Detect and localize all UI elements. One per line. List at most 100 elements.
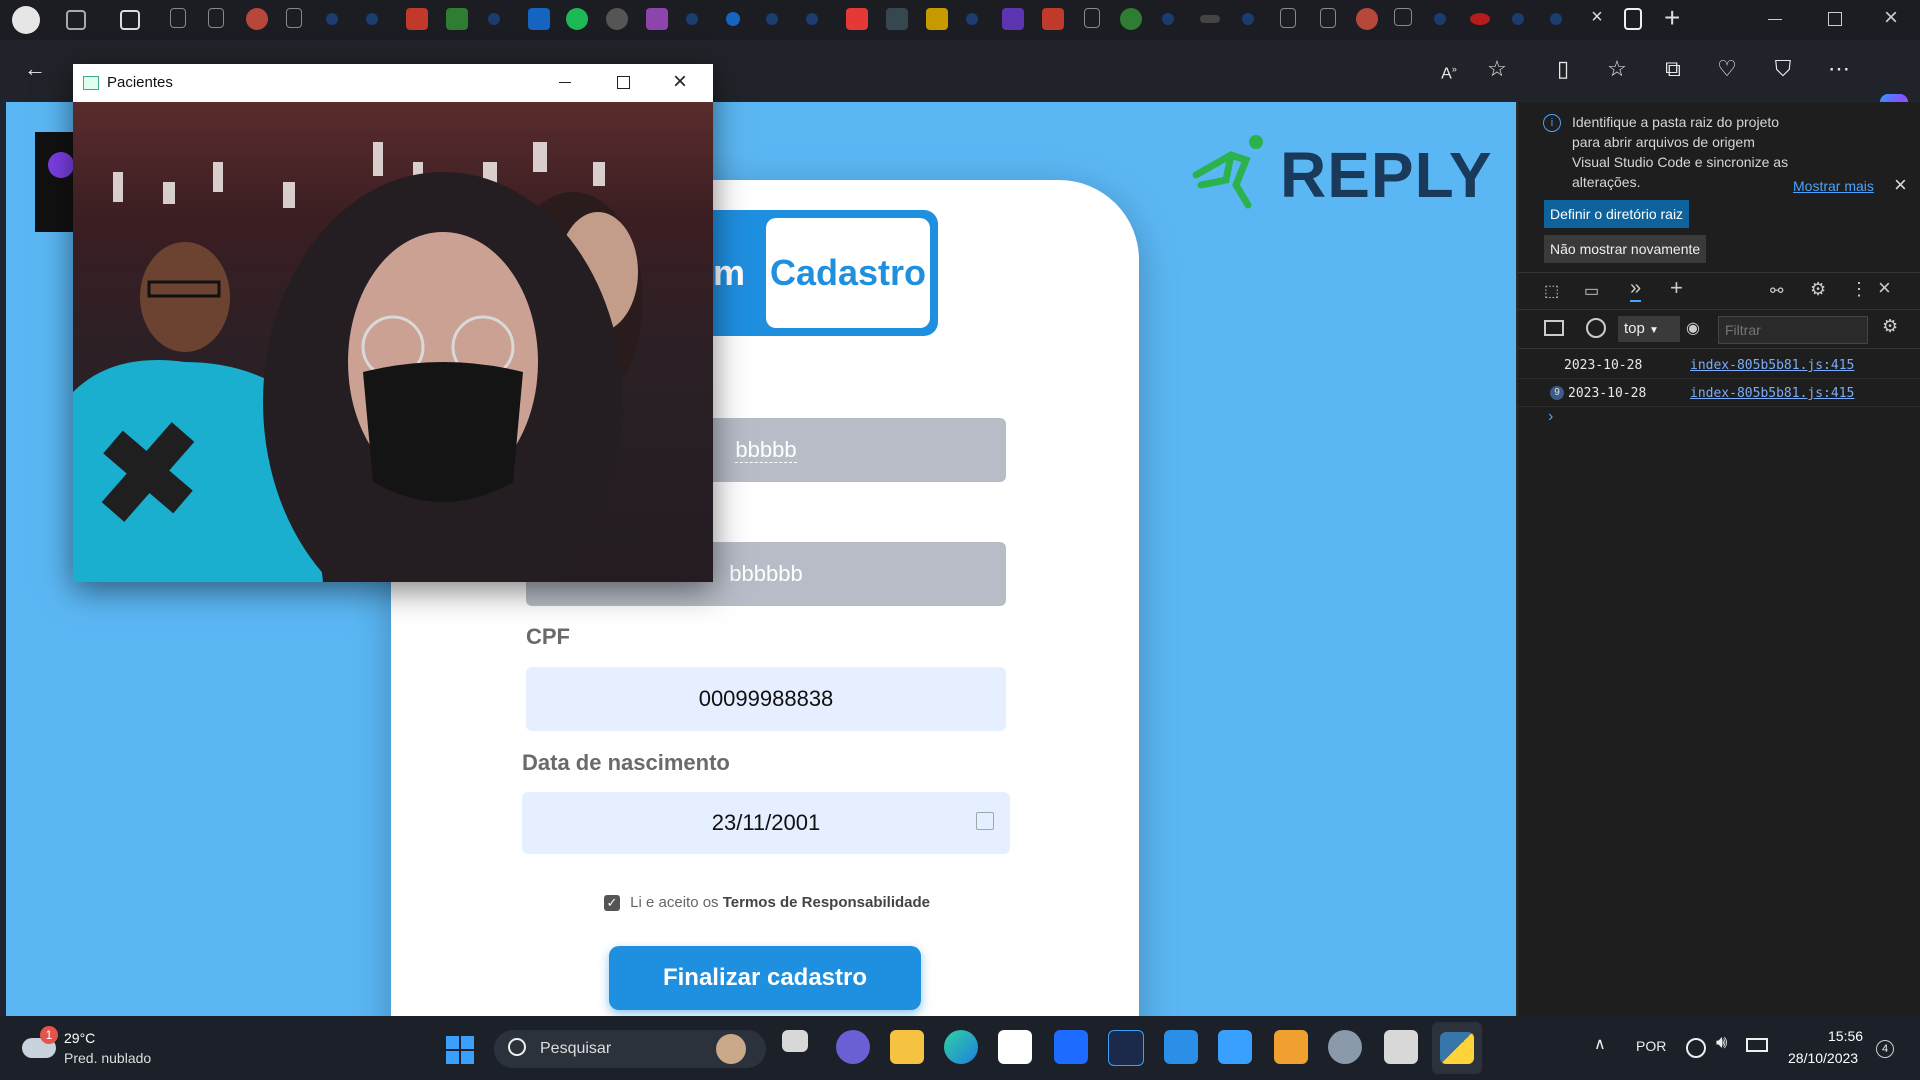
device-toolbar-icon[interactable]: ▭ — [1584, 281, 1599, 301]
paint-icon[interactable] — [1274, 1030, 1308, 1064]
tab-login[interactable]: m — [713, 252, 745, 294]
tab-favicon[interactable] — [1512, 13, 1524, 25]
collections-icon[interactable]: ⧉ — [1656, 52, 1690, 86]
tab-favicon[interactable] — [926, 8, 948, 30]
tab-favicon[interactable] — [1320, 8, 1336, 28]
inspect-icon[interactable]: ⬚ — [1544, 281, 1559, 301]
clock-time[interactable]: 15:56 — [1828, 1028, 1863, 1044]
birth-date-field[interactable]: 23/11/2001 — [522, 792, 1010, 854]
back-arrow-icon[interactable]: ← — [18, 52, 52, 86]
show-hidden-icons[interactable]: ∧ — [1594, 1034, 1606, 1054]
sidebar-toggle-icon[interactable] — [1544, 320, 1564, 336]
tab-favicon[interactable] — [1470, 13, 1490, 25]
start-windows-icon[interactable] — [446, 1036, 474, 1064]
more-icon[interactable]: ⋮ — [1850, 279, 1868, 300]
eye-icon[interactable]: ◉ — [1686, 318, 1700, 338]
console-source-link[interactable]: index-805b5b81.js:415 — [1690, 358, 1854, 373]
tab-favicon[interactable] — [488, 13, 500, 25]
edge-icon[interactable] — [944, 1030, 978, 1064]
workspaces-icon[interactable] — [66, 10, 86, 30]
notification-badge[interactable]: 4 — [1876, 1040, 1894, 1058]
calendar-icon[interactable] — [976, 812, 994, 830]
console-tab-icon[interactable]: » — [1630, 277, 1642, 302]
tab-favicon[interactable] — [1002, 8, 1024, 30]
window-minimize-icon[interactable] — [1768, 19, 1782, 20]
volume-icon[interactable]: 🔊︎ — [1716, 1032, 1727, 1053]
tab-favicon[interactable] — [528, 8, 550, 30]
vscode-icon[interactable] — [1164, 1030, 1198, 1064]
console-source-link[interactable]: index-805b5b81.js:415 — [1690, 386, 1854, 401]
filter-input[interactable] — [1718, 316, 1868, 344]
tab-favicon[interactable] — [406, 8, 428, 30]
taskbar-search[interactable]: Pesquisar — [494, 1030, 766, 1068]
tab-favicon[interactable] — [1356, 8, 1378, 30]
tab-favicon[interactable] — [686, 13, 698, 25]
settings-gear-icon[interactable]: ⚙ — [1810, 279, 1826, 300]
tab-favicon[interactable] — [326, 13, 338, 25]
submit-button[interactable]: Finalizar cadastro — [609, 946, 921, 1010]
terms-link[interactable]: Termos de Responsabilidade — [723, 894, 930, 911]
tab-favicon[interactable] — [286, 8, 302, 28]
close-icon[interactable]: × — [673, 68, 687, 96]
tab-favicon[interactable] — [726, 12, 740, 26]
tab-favicon[interactable] — [246, 8, 268, 30]
tab-favicon[interactable] — [646, 8, 668, 30]
tab-favicon[interactable] — [1434, 13, 1446, 25]
app-icon[interactable] — [1108, 1030, 1144, 1066]
more-options-icon[interactable]: ⋯ — [1822, 52, 1856, 86]
clear-console-icon[interactable] — [1586, 318, 1606, 338]
settings-icon[interactable] — [1328, 1030, 1362, 1064]
profile-avatar[interactable] — [12, 6, 40, 34]
tab-favicon[interactable] — [446, 8, 468, 30]
file-explorer-icon[interactable] — [890, 1030, 924, 1064]
health-icon[interactable]: ♡ — [1710, 52, 1744, 86]
dont-show-button[interactable]: Não mostrar novamente — [1544, 235, 1707, 263]
close-info-icon[interactable]: × — [1894, 172, 1907, 198]
window-restore-icon[interactable] — [1828, 12, 1842, 26]
tab-favicon[interactable] — [1242, 13, 1254, 25]
active-tab-favicon[interactable] — [1624, 8, 1642, 30]
console-settings-icon[interactable]: ⚙ — [1882, 316, 1898, 337]
tab-actions-icon[interactable] — [120, 10, 140, 30]
network-icon[interactable] — [1686, 1038, 1706, 1058]
teams-icon[interactable] — [836, 1030, 870, 1064]
tab-favicon[interactable] — [1280, 8, 1296, 28]
tab-favicon[interactable] — [1162, 13, 1174, 25]
battery-icon[interactable] — [1746, 1038, 1768, 1052]
python-app-icon[interactable] — [1384, 1030, 1418, 1064]
window-close-icon[interactable]: × — [1884, 4, 1898, 32]
add-tool-icon[interactable]: + — [1670, 275, 1683, 301]
tab-favicon[interactable] — [966, 13, 978, 25]
tab-favicon[interactable] — [208, 8, 224, 28]
window-titlebar[interactable]: Pacientes × — [73, 64, 713, 102]
tab-cadastro[interactable]: Cadastro — [766, 218, 930, 328]
clock-date[interactable]: 28/10/2023 — [1788, 1050, 1858, 1066]
split-screen-icon[interactable]: ▯ — [1546, 52, 1580, 86]
minimize-icon[interactable] — [559, 82, 571, 83]
weather-temp[interactable]: 29°C — [64, 1030, 95, 1046]
new-tab-icon[interactable]: + — [1664, 2, 1680, 34]
cpf-field[interactable]: 00099988838 — [526, 667, 1006, 731]
terms-checkbox[interactable]: ✓ — [604, 895, 620, 912]
browser-essentials-icon[interactable]: ⛉ — [1766, 52, 1800, 86]
context-select[interactable]: top ▼ — [1618, 316, 1680, 342]
favorite-star-icon[interactable]: ☆ — [1480, 52, 1514, 86]
set-root-button[interactable]: Definir o diretório raiz — [1544, 200, 1690, 228]
show-more-link[interactable]: Mostrar mais — [1793, 178, 1874, 194]
tab-favicon[interactable] — [1550, 13, 1562, 25]
close-devtools-icon[interactable]: × — [1878, 275, 1891, 301]
tab-favicon[interactable] — [1394, 8, 1412, 26]
store-icon[interactable] — [998, 1030, 1032, 1064]
tab-favicon[interactable] — [1042, 8, 1064, 30]
tab-favicon[interactable] — [1200, 15, 1220, 23]
tab-favicon[interactable] — [1120, 8, 1142, 30]
tab-favicon[interactable] — [1084, 8, 1100, 28]
favorites-icon[interactable]: ☆ — [1600, 52, 1634, 86]
maximize-icon[interactable] — [617, 76, 630, 89]
language-indicator[interactable]: POR — [1636, 1038, 1666, 1054]
console-prompt-icon[interactable]: › — [1548, 408, 1553, 426]
tab-favicon[interactable] — [766, 13, 778, 25]
tab-favicon[interactable] — [366, 13, 378, 25]
tab-favicon[interactable] — [886, 8, 908, 30]
tab-favicon[interactable] — [170, 8, 186, 28]
